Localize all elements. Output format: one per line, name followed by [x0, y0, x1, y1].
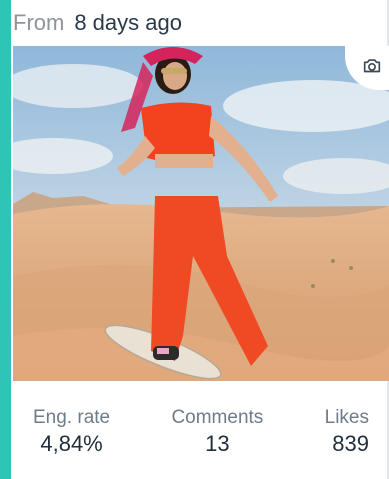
comments-label: Comments	[171, 407, 264, 428]
from-label: From	[13, 10, 65, 35]
likes-value: 839	[332, 431, 369, 456]
post-card[interactable]: From 8 days ago Eng. rate 4,84% Comments…	[11, 0, 389, 479]
post-image[interactable]	[13, 46, 389, 381]
engagement-rate-value: 4,84%	[40, 431, 103, 456]
engagement-rate-stat: Eng. rate 4,84%	[33, 407, 110, 457]
likes-stat: Likes 839	[325, 407, 369, 457]
camera-icon	[363, 59, 381, 73]
post-stats: Eng. rate 4,84% Comments 13 Likes 839	[11, 381, 387, 479]
likes-label: Likes	[324, 407, 369, 428]
accent-bar	[0, 0, 11, 479]
post-header: From 8 days ago	[11, 0, 387, 46]
comments-value: 13	[205, 431, 230, 456]
post-card-frame: From 8 days ago Eng. rate 4,84% Comments…	[0, 0, 389, 479]
comments-stat: Comments 13	[171, 407, 263, 457]
engagement-rate-label: Eng. rate	[33, 407, 111, 428]
post-date: 8 days ago	[74, 10, 182, 35]
